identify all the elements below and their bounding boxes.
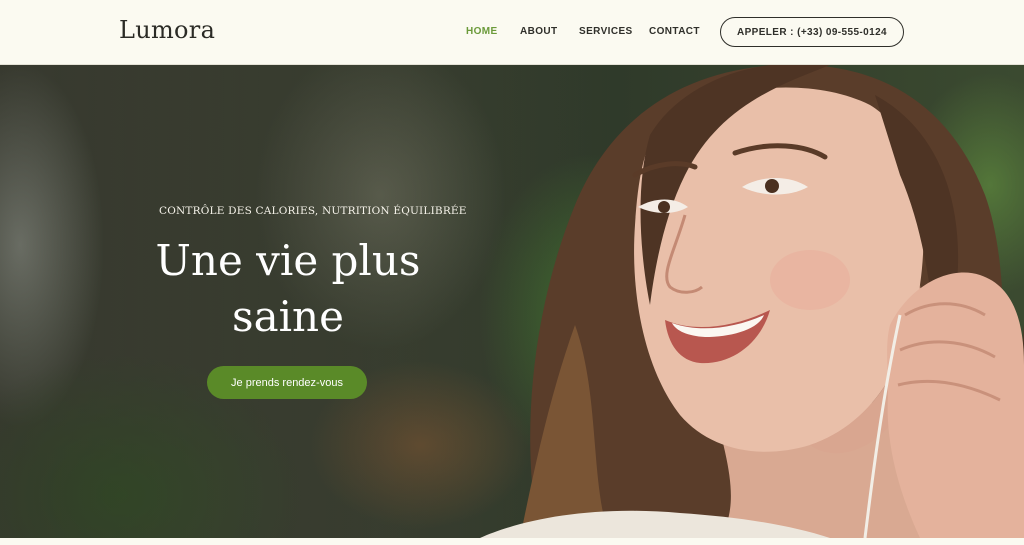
nav-item-contact[interactable]: CONTACT bbox=[649, 26, 700, 37]
nav-item-about[interactable]: ABOUT bbox=[520, 26, 558, 37]
hero-title: Une vie plus saine bbox=[150, 233, 426, 345]
hero-eyebrow: CONTRÔLE DES CALORIES, NUTRITION ÉQUILIB… bbox=[159, 205, 467, 217]
call-button[interactable]: APPELER : (+33) 09-555-0124 bbox=[720, 17, 904, 47]
nav-item-home[interactable]: HOME bbox=[466, 26, 498, 37]
book-appointment-button[interactable]: Je prends rendez-vous bbox=[207, 366, 367, 399]
bottom-strip bbox=[0, 538, 1024, 545]
site-header: Lumora HOME ABOUT SERVICES CONTACT APPEL… bbox=[0, 0, 1024, 65]
hero-title-line-1: Une vie plus bbox=[155, 236, 421, 285]
hero-section: CONTRÔLE DES CALORIES, NUTRITION ÉQUILIB… bbox=[0, 65, 1024, 538]
hero-title-line-2: saine bbox=[232, 292, 344, 341]
hero-portrait-image bbox=[480, 65, 1024, 538]
nav-item-services[interactable]: SERVICES bbox=[579, 26, 633, 37]
